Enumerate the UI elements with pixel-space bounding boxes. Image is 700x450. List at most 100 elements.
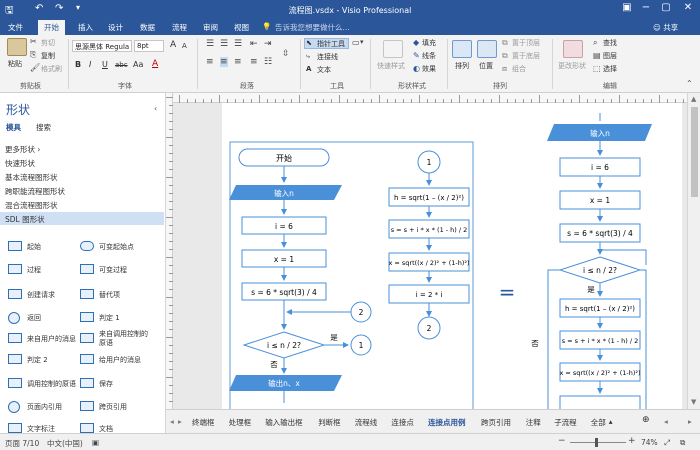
stencil-cross-functional[interactable]: 跨职能流程图形状 bbox=[5, 186, 65, 197]
tab-data[interactable]: 数据 bbox=[140, 22, 155, 33]
paste-label[interactable]: 粘贴 bbox=[8, 59, 22, 69]
scrollbar-thumb[interactable] bbox=[691, 107, 698, 197]
scroll-down-icon[interactable]: ▼ bbox=[691, 398, 696, 406]
connector-tool-button[interactable]: 连接线 bbox=[317, 52, 338, 62]
text-tool-button[interactable]: 文本 bbox=[317, 65, 331, 75]
zoom-slider-track[interactable] bbox=[570, 442, 626, 443]
tab-file[interactable]: 文件 bbox=[8, 22, 23, 33]
align-center-icon[interactable]: ≡ bbox=[220, 57, 228, 67]
align-shapes-icon[interactable] bbox=[452, 40, 472, 58]
page-tab[interactable]: 流程线 bbox=[355, 417, 378, 428]
stencil-quick-shapes[interactable]: 快速形状 bbox=[5, 158, 35, 169]
minimize-button[interactable]: − bbox=[636, 2, 656, 13]
macro-icon[interactable]: ▣ bbox=[92, 438, 99, 447]
page-tab[interactable]: 输入输出框 bbox=[265, 417, 303, 428]
ribbon-display-icon[interactable]: ▣ bbox=[617, 2, 637, 13]
zoom-out-icon[interactable]: − bbox=[558, 436, 566, 446]
zoom-in-icon[interactable]: + bbox=[628, 436, 636, 446]
page-count[interactable]: 页面 7/10 bbox=[5, 438, 39, 449]
tab-view[interactable]: 视图 bbox=[234, 22, 249, 33]
strikethrough-button[interactable]: abc bbox=[115, 61, 128, 69]
find-icon[interactable]: ⌕ bbox=[593, 38, 597, 48]
restore-button[interactable]: ▢ bbox=[656, 2, 676, 13]
format-painter-button[interactable]: 格式刷 bbox=[41, 64, 62, 74]
line-icon[interactable]: ✎ bbox=[413, 51, 420, 60]
stencil-mixed-flowchart[interactable]: 混合流程图形状 bbox=[5, 200, 58, 211]
format-painter-icon[interactable]: 🖌 bbox=[30, 63, 40, 72]
add-page-icon[interactable]: ⊕ bbox=[642, 415, 650, 425]
align-shapes-button[interactable]: 排列 bbox=[455, 61, 469, 71]
dropdown-icon[interactable]: ▾ bbox=[360, 38, 364, 46]
scroll-right-icon[interactable]: ▸ bbox=[688, 417, 692, 426]
select-button[interactable]: 选择 bbox=[603, 64, 617, 74]
zoom-level[interactable]: 74% bbox=[641, 438, 658, 447]
bring-front-icon[interactable]: ⧉ bbox=[502, 38, 508, 48]
bold-button[interactable]: B bbox=[75, 60, 81, 69]
line-button[interactable]: 线条 bbox=[422, 51, 436, 61]
layers-icon[interactable]: ▤ bbox=[593, 51, 601, 60]
zoom-slider-thumb[interactable] bbox=[595, 438, 598, 447]
copy-button[interactable]: 复制 bbox=[41, 51, 55, 61]
copy-icon[interactable]: ⎘ bbox=[30, 50, 36, 60]
stencil-basic-flowchart[interactable]: 基本流程图形状 bbox=[5, 172, 58, 183]
next-page-icon[interactable]: ▸ bbox=[178, 417, 182, 426]
align-left-icon[interactable]: ≡ bbox=[206, 57, 214, 67]
prev-page-icon[interactable]: ◂ bbox=[170, 417, 174, 426]
position-button[interactable]: 位置 bbox=[479, 61, 493, 71]
align-right-icon[interactable]: ≡ bbox=[234, 57, 242, 67]
justify-icon[interactable]: ≡ bbox=[250, 57, 258, 67]
bullets-icon[interactable]: ☷ bbox=[264, 57, 272, 67]
effects-button[interactable]: 效果 bbox=[422, 64, 436, 74]
stencil-sdl-shapes[interactable]: SDL 图形状 bbox=[0, 212, 164, 225]
tell-me-box[interactable]: 告诉我您想要做什么... bbox=[275, 22, 350, 33]
tab-process[interactable]: 流程 bbox=[172, 22, 187, 33]
send-back-icon[interactable]: ⧉ bbox=[502, 51, 508, 61]
cut-button[interactable]: 剪切 bbox=[41, 38, 55, 48]
page-tab[interactable]: 全部 bbox=[591, 417, 606, 428]
page-tab[interactable]: 子流程 bbox=[554, 417, 577, 428]
align-middle-icon[interactable]: ☰ bbox=[220, 39, 228, 49]
effects-icon[interactable]: ◐ bbox=[413, 64, 420, 73]
align-top-icon[interactable]: ☰ bbox=[206, 39, 214, 49]
font-color-button[interactable]: A bbox=[152, 59, 158, 69]
fill-icon[interactable]: ◆ bbox=[413, 38, 419, 47]
layers-button[interactable]: 图层 bbox=[603, 51, 617, 61]
tab-review[interactable]: 审阅 bbox=[203, 22, 218, 33]
group-button[interactable]: 组合 bbox=[512, 64, 526, 74]
scroll-up-icon[interactable]: ▲ bbox=[691, 95, 696, 103]
fill-button[interactable]: 填充 bbox=[422, 38, 436, 48]
cut-icon[interactable]: ✂ bbox=[30, 37, 37, 46]
page-tab[interactable]: 处理框 bbox=[229, 417, 252, 428]
tab-stencils[interactable]: 模具 bbox=[6, 122, 21, 133]
find-button[interactable]: 查找 bbox=[603, 38, 617, 48]
text-direction-icon[interactable]: ⇳ bbox=[282, 49, 290, 59]
change-shape-icon[interactable] bbox=[563, 40, 583, 58]
font-size-select[interactable]: 8pt bbox=[134, 40, 164, 52]
page-tab[interactable]: 判断框 bbox=[318, 417, 341, 428]
scroll-left-icon[interactable]: ◂ bbox=[664, 417, 668, 426]
grow-font-button[interactable]: A bbox=[170, 40, 176, 50]
tab-search[interactable]: 搜索 bbox=[36, 122, 51, 133]
all-pages-caret-icon[interactable]: ▴ bbox=[609, 417, 613, 426]
process-next-right[interactable] bbox=[559, 395, 641, 409]
shrink-font-button[interactable]: A bbox=[182, 42, 187, 50]
font-family-select[interactable]: 思源黑体 Regula bbox=[72, 40, 132, 52]
paste-icon[interactable] bbox=[7, 38, 27, 56]
bring-to-front-button[interactable]: 置于顶层 bbox=[512, 38, 540, 48]
tab-insert[interactable]: 插入 bbox=[78, 22, 93, 33]
vertical-scrollbar[interactable]: ▲ ▼ bbox=[687, 93, 700, 409]
page-tab[interactable]: 终端框 bbox=[192, 417, 215, 428]
stencil-more-shapes[interactable]: 更多形状 › bbox=[5, 144, 40, 155]
position-icon[interactable] bbox=[477, 40, 497, 58]
decrease-indent-icon[interactable]: ⇤ bbox=[250, 39, 258, 49]
share-button[interactable]: ☺ 共享 bbox=[653, 22, 678, 33]
page-tab[interactable]: 跨页引用 bbox=[481, 417, 511, 428]
align-bottom-icon[interactable]: ☰ bbox=[234, 39, 242, 49]
increase-indent-icon[interactable]: ⇥ bbox=[264, 39, 272, 49]
drawing-page[interactable]: 开始 输入n i = 6 x = 1 s = 6 * sqrt(3) / 4 2… bbox=[222, 103, 682, 409]
change-case-button[interactable]: Aa bbox=[133, 60, 143, 69]
collapse-pane-icon[interactable]: ‹ bbox=[154, 104, 157, 113]
italic-button[interactable]: I bbox=[89, 60, 91, 69]
collapse-ribbon-icon[interactable]: ⌃ bbox=[686, 79, 693, 88]
quick-styles-button[interactable]: 快速样式 bbox=[377, 61, 405, 71]
